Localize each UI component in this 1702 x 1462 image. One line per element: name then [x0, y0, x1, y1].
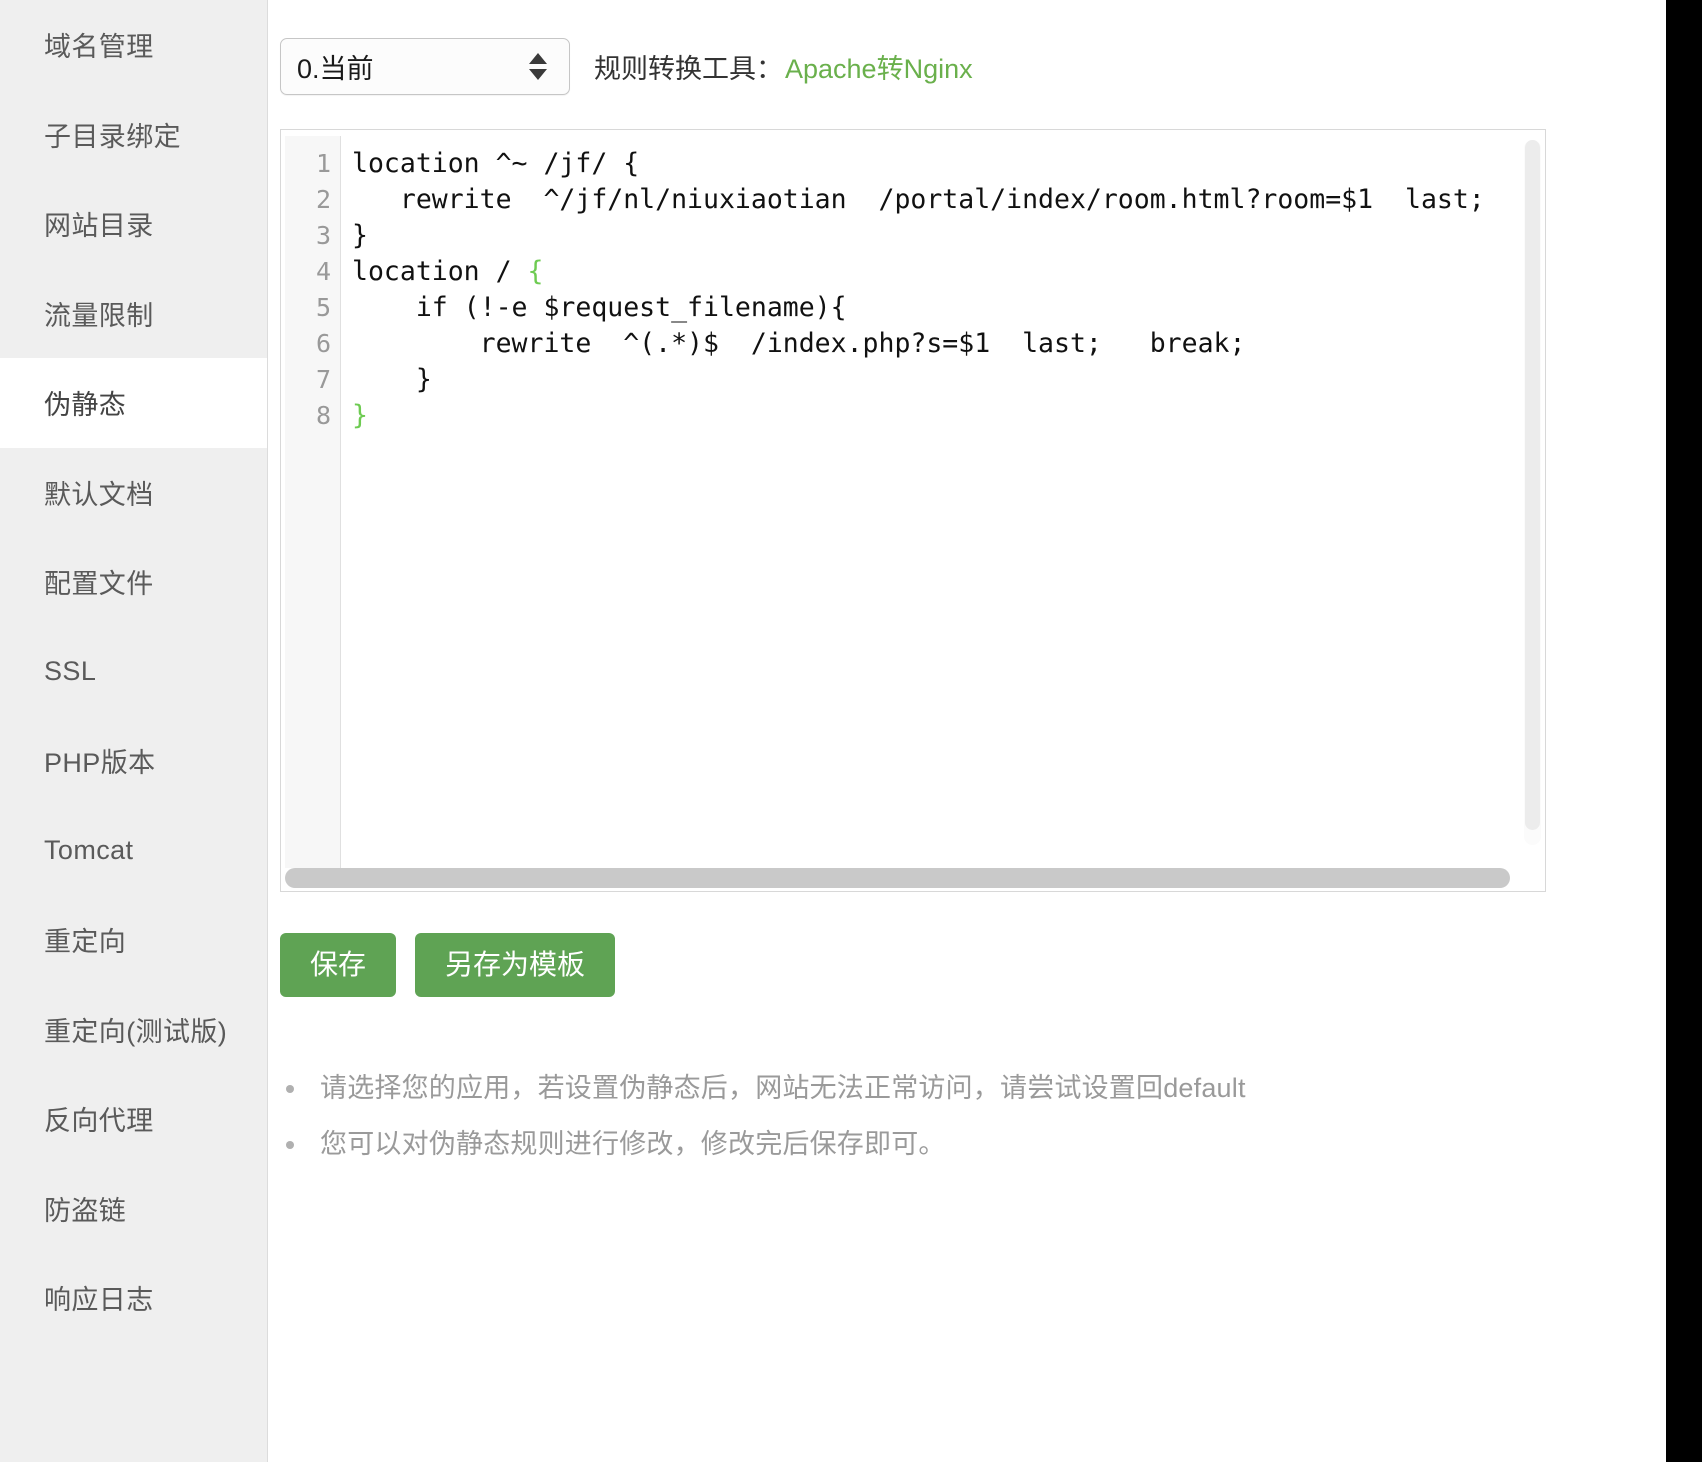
help-notes: 请选择您的应用，若设置伪静态后，网站无法正常访问，请尝试设置回default 您… [280, 1060, 1702, 1172]
line-number: 6 [315, 329, 331, 358]
line-number: 5 [315, 293, 331, 322]
sidebar-item-subdirectory-binding[interactable]: 子目录绑定 [0, 89, 267, 179]
sidebar-item-ssl[interactable]: SSL [0, 626, 267, 716]
sidebar-item-label: 网站目录 [44, 211, 154, 242]
code-line: } [352, 220, 368, 251]
sidebar-item-redirect-beta[interactable]: 重定向(测试版) [0, 984, 267, 1074]
sidebar: 域名管理 子目录绑定 网站目录 流量限制 伪静态 默认文档 配置文件 SSL P… [0, 0, 268, 1462]
code-line: if (!-e $request_filename){ [352, 292, 847, 323]
sidebar-item-label: 防盗链 [44, 1195, 127, 1226]
line-number: 7 [315, 365, 331, 394]
sidebar-item-tomcat[interactable]: Tomcat [0, 805, 267, 895]
apache-to-nginx-link[interactable]: Apache转Nginx [785, 47, 973, 86]
code-line: rewrite ^(.*)$ /index.php?s=$1 last; bre… [352, 328, 1246, 359]
code-line: } [352, 364, 432, 395]
rule-template-select-value: 0.当前 [297, 54, 374, 84]
sidebar-item-label: 重定向 [44, 927, 127, 958]
rule-template-select[interactable]: 0.当前 [280, 38, 570, 95]
page-root: 域名管理 子目录绑定 网站目录 流量限制 伪静态 默认文档 配置文件 SSL P… [0, 0, 1702, 1462]
code-line: } [352, 398, 1541, 434]
editor-horizontal-scroll-thumb[interactable] [285, 868, 1510, 888]
code-editor[interactable]: 1 2 3 4 5 6 7 8 location ^~ /jf/ { rewri… [280, 129, 1546, 892]
sidebar-item-redirect[interactable]: 重定向 [0, 895, 267, 985]
line-number: 4 [315, 257, 331, 286]
code-line-text: location / [352, 256, 528, 287]
sidebar-item-label: Tomcat [44, 834, 134, 865]
select-stepper-icon[interactable] [521, 53, 555, 80]
sidebar-item-label: 重定向(测试版) [44, 1016, 228, 1047]
code-text-area[interactable]: location ^~ /jf/ { rewrite ^/jf/nl/niuxi… [341, 136, 1541, 887]
line-number: 1 [315, 149, 331, 178]
sidebar-item-label: 反向代理 [44, 1106, 154, 1137]
editor-horizontal-scrollbar[interactable] [285, 868, 1525, 888]
bracket-highlight: } [352, 400, 368, 431]
sidebar-item-label: 流量限制 [44, 300, 154, 331]
sidebar-item-label: 域名管理 [44, 32, 154, 63]
sidebar-item-traffic-limit[interactable]: 流量限制 [0, 268, 267, 358]
sidebar-item-website-directory[interactable]: 网站目录 [0, 179, 267, 269]
code-editor-inner: 1 2 3 4 5 6 7 8 location ^~ /jf/ { rewri… [285, 136, 1541, 887]
line-number: 2 [315, 185, 331, 214]
editor-vertical-scrollbar[interactable] [1524, 140, 1541, 845]
sidebar-item-domain-management[interactable]: 域名管理 [0, 0, 267, 90]
action-buttons: 保存 另存为模板 [280, 933, 1702, 997]
toolbar: 0.当前 规则转换工具： Apache转Nginx [268, 0, 1702, 95]
help-note-item: 您可以对伪静态规则进行修改，修改完后保存即可。 [280, 1116, 1702, 1172]
sidebar-item-php-version[interactable]: PHP版本 [0, 716, 267, 806]
triangle-down-icon [529, 69, 547, 80]
save-as-template-button[interactable]: 另存为模板 [415, 933, 616, 997]
sidebar-item-default-document[interactable]: 默认文档 [0, 447, 267, 537]
sidebar-item-config-file[interactable]: 配置文件 [0, 537, 267, 627]
sidebar-item-response-log[interactable]: 响应日志 [0, 1253, 267, 1343]
line-number-gutter: 1 2 3 4 5 6 7 8 [285, 136, 341, 887]
code-line: location / { [352, 254, 1541, 290]
main-content: 0.当前 规则转换工具： Apache转Nginx 1 2 3 4 5 6 7 [268, 0, 1702, 1462]
right-edge-strip [1666, 0, 1702, 1462]
sidebar-item-label: 子目录绑定 [44, 121, 181, 152]
code-line: rewrite ^/jf/nl/niuxiaotian /portal/inde… [352, 184, 1485, 215]
sidebar-item-reverse-proxy[interactable]: 反向代理 [0, 1074, 267, 1164]
line-number: 8 [315, 401, 331, 430]
save-button[interactable]: 保存 [280, 933, 397, 997]
sidebar-item-label: 伪静态 [44, 390, 127, 421]
line-number: 3 [315, 221, 331, 250]
triangle-up-icon [529, 53, 547, 64]
code-line: location ^~ /jf/ { [352, 148, 640, 179]
sidebar-item-label: 响应日志 [44, 1285, 154, 1316]
sidebar-item-label: SSL [44, 655, 97, 686]
sidebar-item-label: 默认文档 [44, 479, 154, 510]
sidebar-item-pseudo-static[interactable]: 伪静态 [0, 358, 267, 448]
bracket-highlight: { [527, 256, 544, 287]
sidebar-item-label: PHP版本 [44, 748, 156, 779]
sidebar-item-label: 配置文件 [44, 569, 154, 600]
editor-vertical-scroll-thumb[interactable] [1525, 140, 1540, 830]
help-note-item: 请选择您的应用，若设置伪静态后，网站无法正常访问，请尝试设置回default [280, 1060, 1702, 1116]
sidebar-item-anti-leech[interactable]: 防盗链 [0, 1163, 267, 1253]
converter-label: 规则转换工具： [594, 54, 783, 84]
